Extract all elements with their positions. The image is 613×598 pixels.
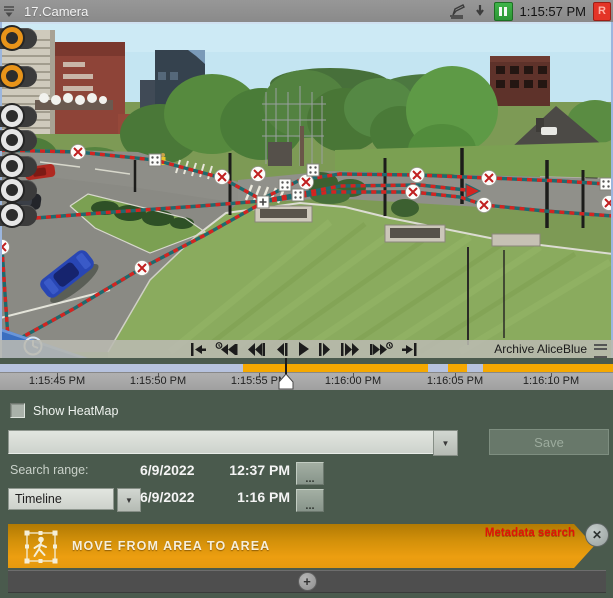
metadata-search-tag: Metadata search <box>485 527 575 539</box>
quick-action-button-7[interactable] <box>0 204 37 227</box>
heatmap-label: Show HeatMap <box>33 404 118 418</box>
query-dropdown-button[interactable]: ▼ <box>433 430 458 456</box>
plus-marker <box>257 196 269 208</box>
timeline[interactable]: 1:15:45 PM1:15:50 PM1:15:55 PM1:16:00 PM… <box>0 358 613 390</box>
heatmap-checkbox[interactable] <box>10 403 25 418</box>
quick-action-button-3[interactable] <box>0 105 37 128</box>
chevron-down-icon: ▼ <box>442 439 450 448</box>
camera-video-tile[interactable]: Archive AliceBlue <box>0 22 613 358</box>
range-mode-select[interactable]: Timeline <box>8 488 114 510</box>
playback-bar: Archive AliceBlue <box>0 340 613 358</box>
quick-action-button-5[interactable] <box>0 155 37 178</box>
jump-end-button[interactable] <box>401 342 418 356</box>
timeline-tick-label: 1:15:50 PM <box>130 375 186 387</box>
archive-segment[interactable] <box>448 364 467 372</box>
brick-building-right <box>490 56 550 106</box>
white-van <box>541 127 557 135</box>
plus-icon[interactable]: + <box>298 572 317 591</box>
step-back-button[interactable] <box>275 342 289 356</box>
end-date: 6/9/2022 <box>140 489 195 505</box>
current-time: 1:15:57 PM <box>520 4 587 19</box>
start-time: 12:37 PM <box>229 462 290 478</box>
prev-fragment-button[interactable] <box>246 342 267 356</box>
search-range-label: Search range: <box>10 463 89 477</box>
quick-action-button-6[interactable] <box>0 179 37 202</box>
banner-title: MOVE FROM AREA TO AREA <box>72 539 270 553</box>
range-mode-dropdown-button[interactable]: ▼ <box>117 488 141 512</box>
panel-collapse-icon[interactable] <box>0 2 18 20</box>
archive-segment[interactable] <box>428 364 448 372</box>
hamburger-icon[interactable] <box>594 344 607 358</box>
search-panel: Show HeatMap ▼ Save Search range: 6/9/20… <box>0 390 613 598</box>
timeline-strip[interactable] <box>0 364 613 372</box>
start-picker-button[interactable]: ... <box>296 462 324 485</box>
pause-button[interactable] <box>494 2 513 21</box>
forward-clock-button[interactable] <box>369 342 393 356</box>
save-button[interactable]: Save <box>489 429 609 455</box>
archive-segment[interactable] <box>483 364 613 372</box>
record-button[interactable]: R <box>593 2 611 21</box>
person-track-icon <box>22 528 60 566</box>
query-combobox[interactable] <box>8 430 434 454</box>
step-forward-button[interactable] <box>318 342 332 356</box>
range-start[interactable]: 6/9/2022 12:37 PM <box>140 462 290 478</box>
edit-icon[interactable] <box>448 2 466 20</box>
end-picker-button[interactable]: ... <box>296 489 324 512</box>
timeline-tick-label: 1:16:05 PM <box>427 375 483 387</box>
archive-segment[interactable] <box>243 364 428 372</box>
timeline-scale[interactable]: 1:15:45 PM1:15:50 PM1:15:55 PM1:16:00 PM… <box>0 372 613 390</box>
next-fragment-button[interactable] <box>340 342 361 356</box>
quick-action-button-4[interactable] <box>0 129 37 152</box>
archive-label[interactable]: Archive AliceBlue <box>494 340 587 358</box>
camera-title: 17.Camera <box>24 4 88 19</box>
chevron-down-icon: ▼ <box>125 496 133 505</box>
archive-segment[interactable] <box>467 364 483 372</box>
quick-action-button-2[interactable] <box>0 65 37 88</box>
jump-start-button[interactable] <box>190 342 207 356</box>
camera-title-bar: 17.Camera 1:15:57 PM R <box>0 0 613 22</box>
arrow-down-icon[interactable] <box>471 2 489 20</box>
add-query-bar: + <box>8 570 606 593</box>
playhead-flag[interactable] <box>278 374 294 390</box>
end-time: 1:16 PM <box>237 489 290 505</box>
play-button[interactable] <box>297 342 310 356</box>
start-date: 6/9/2022 <box>140 462 195 478</box>
rewind-clock-button[interactable] <box>215 342 238 356</box>
close-icon[interactable]: ✕ <box>585 523 609 547</box>
range-end[interactable]: 6/9/2022 1:16 PM <box>140 489 290 505</box>
timeline-tick-label: 1:16:10 PM <box>523 375 579 387</box>
timeline-tick-label: 1:16:00 PM <box>325 375 381 387</box>
camera-scene <box>0 22 613 358</box>
archive-segment[interactable] <box>0 364 243 372</box>
timeline-tick-label: 1:15:45 PM <box>29 375 85 387</box>
tile-selection-top <box>0 22 613 24</box>
quick-action-button-1[interactable] <box>0 27 37 50</box>
